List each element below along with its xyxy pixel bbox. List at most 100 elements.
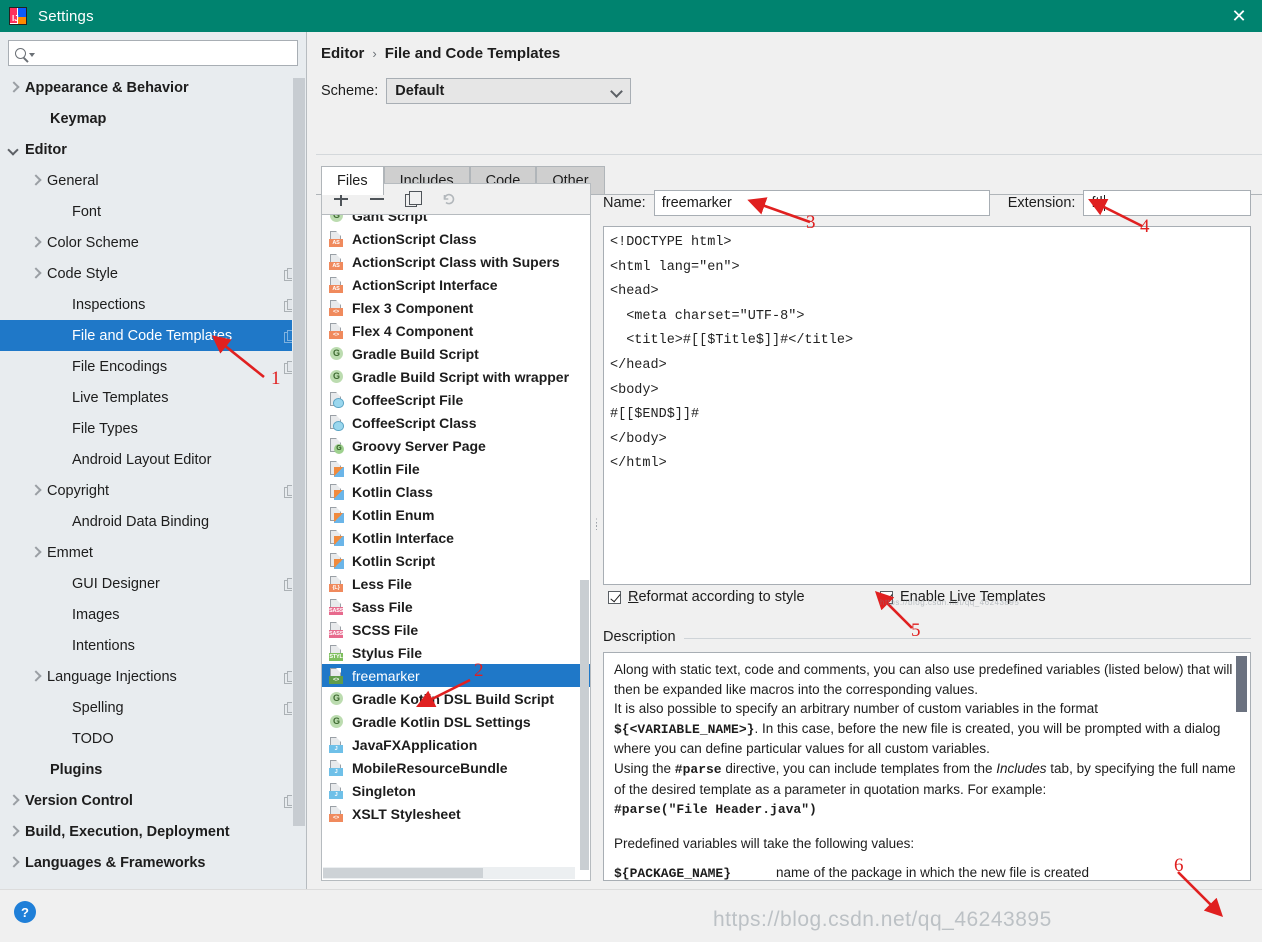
sidebar-item-plugins[interactable]: Plugins (0, 754, 306, 785)
checkbox-icon[interactable] (608, 590, 621, 604)
template-list-item[interactable]: <> Flex 3 Component (322, 296, 590, 319)
splitter-handle[interactable]: ⋮⋮⋮⋮⋮⋮ (592, 518, 617, 546)
sidebar-item-general[interactable]: General (0, 165, 306, 196)
sidebar-item-copyright[interactable]: Copyright (0, 475, 306, 506)
template-list-item-label: Singleton (352, 782, 416, 799)
template-list-item[interactable]: G Gradle Build Script (322, 342, 590, 365)
sidebar-item-label: Color Scheme (47, 234, 139, 251)
chevron-right-icon[interactable] (30, 547, 41, 558)
sidebar-item-spelling[interactable]: Spelling (0, 692, 306, 723)
chevron-right-icon[interactable] (8, 795, 19, 806)
sidebar-item-font[interactable]: Font (0, 196, 306, 227)
template-list-item[interactable]: AS ActionScript Class with Supers (322, 250, 590, 273)
template-list-item[interactable]: AS ActionScript Interface (322, 273, 590, 296)
template-list-item[interactable]: G Gradle Kotlin DSL Build Script (322, 687, 590, 710)
sidebar-item-file-types[interactable]: File Types (0, 413, 306, 444)
template-list-item[interactable]: <> Flex 4 Component (322, 319, 590, 342)
sidebar-item-inspections[interactable]: Inspections (0, 289, 306, 320)
sidebar-scrollbar-thumb[interactable] (293, 78, 305, 826)
template-list-item[interactable]: Kotlin Interface (322, 526, 590, 549)
chevron-down-icon[interactable] (29, 53, 35, 57)
sidebar-item-android-layout-editor[interactable]: Android Layout Editor (0, 444, 306, 475)
template-list-item[interactable]: Kotlin File (322, 457, 590, 480)
sidebar-item-language-injections[interactable]: Language Injections (0, 661, 306, 692)
template-list-item[interactable]: Kotlin Enum (322, 503, 590, 526)
sidebar-item-emmet[interactable]: Emmet (0, 537, 306, 568)
sidebar-item-build-execution-deployment[interactable]: Build, Execution, Deployment (0, 816, 306, 847)
extension-input[interactable]: ftl (1083, 190, 1251, 216)
sidebar-item-editor[interactable]: Editor (0, 134, 306, 165)
sidebar-item-appearance-behavior[interactable]: Appearance & Behavior (0, 72, 306, 103)
annotation-number-1: 1 (271, 368, 281, 389)
template-list-item[interactable]: CoffeeScript Class (322, 411, 590, 434)
chevron-right-icon[interactable] (30, 268, 41, 279)
tab-files[interactable]: Files (321, 166, 384, 195)
template-list-item[interactable]: Kotlin Script (322, 549, 590, 572)
template-list-item[interactable]: AS ActionScript Class (322, 227, 590, 250)
template-list-hscrollbar-thumb[interactable] (323, 868, 483, 878)
sidebar-item-file-and-code-templates[interactable]: File and Code Templates (0, 320, 306, 351)
template-list-item[interactable]: G Gradle Kotlin DSL Settings (322, 710, 590, 733)
template-list-item-label: Sass File (352, 598, 413, 615)
template-list-item[interactable]: <> XSLT Stylesheet (322, 802, 590, 825)
gradle-file-icon: G (328, 690, 345, 707)
sidebar-item-code-style[interactable]: Code Style (0, 258, 306, 289)
search-input[interactable] (40, 45, 291, 61)
template-list[interactable]: G Gant Script AS ActionScript Class AS Action… (321, 214, 591, 881)
spacer-icon (55, 640, 66, 651)
template-list-item[interactable]: G Gant Script (322, 215, 590, 227)
template-list-item[interactable]: <> freemarker (322, 664, 590, 687)
description-scrollbar-thumb[interactable] (1236, 656, 1247, 712)
sidebar-item-gui-designer[interactable]: GUI Designer (0, 568, 306, 599)
template-list-item[interactable]: STYL Stylus File (322, 641, 590, 664)
chevron-right-icon[interactable] (30, 237, 41, 248)
name-input[interactable]: freemarker (653, 190, 990, 216)
reset-icon[interactable] (441, 191, 457, 207)
template-list-item[interactable]: J JavaFXApplication (322, 733, 590, 756)
sidebar-item-file-encodings[interactable]: File Encodings (0, 351, 306, 382)
template-list-item[interactable]: Kotlin Class (322, 480, 590, 503)
sidebar-item-version-control[interactable]: Version Control (0, 785, 306, 816)
template-list-item[interactable]: SASS Sass File (322, 595, 590, 618)
description-divider (678, 638, 1251, 639)
header-divider (316, 154, 1262, 155)
template-list-item[interactable]: {L} Less File (322, 572, 590, 595)
sidebar-item-languages-frameworks[interactable]: Languages & Frameworks (0, 847, 306, 878)
copy-icon[interactable] (405, 191, 422, 207)
settings-tree: Appearance & Behavior Keymap Editor General… (0, 72, 306, 889)
template-list-item[interactable]: SASS SCSS File (322, 618, 590, 641)
sidebar-item-images[interactable]: Images (0, 599, 306, 630)
template-list-scrollbar-thumb[interactable] (580, 580, 589, 870)
chevron-right-icon[interactable] (8, 826, 19, 837)
template-list-item[interactable]: J MobileResourceBundle (322, 756, 590, 779)
sidebar-item-label: GUI Designer (72, 575, 160, 592)
description-scrollbar[interactable] (1236, 654, 1249, 879)
template-list-item[interactable]: CoffeeScript File (322, 388, 590, 411)
reformat-checkbox[interactable]: Reformat according to style (608, 589, 805, 605)
breadcrumb-parent[interactable]: Editor (321, 45, 364, 62)
search-box[interactable] (8, 40, 298, 66)
chevron-right-icon[interactable] (8, 857, 19, 868)
sidebar-item-android-data-binding[interactable]: Android Data Binding (0, 506, 306, 537)
scheme-dropdown[interactable]: Default (386, 78, 632, 104)
chevron-down-icon[interactable] (8, 144, 19, 155)
chevron-right-icon[interactable] (30, 671, 41, 682)
sidebar-item-intentions[interactable]: Intentions (0, 630, 306, 661)
template-code-editor[interactable]: <!DOCTYPE html> <html lang="en"> <head> … (603, 226, 1251, 585)
close-icon[interactable]: ✕ (1216, 0, 1262, 32)
template-list-item[interactable]: G Groovy Server Page (322, 434, 590, 457)
chevron-right-icon[interactable] (30, 485, 41, 496)
sidebar-scrollbar[interactable] (292, 78, 306, 889)
help-icon[interactable]: ? (14, 901, 36, 923)
sidebar-item-live-templates[interactable]: Live Templates (0, 382, 306, 413)
template-list-item[interactable]: J Singleton (322, 779, 590, 802)
chevron-right-icon[interactable] (30, 175, 41, 186)
template-list-item-label: Groovy Server Page (352, 437, 486, 454)
sidebar-item-color-scheme[interactable]: Color Scheme (0, 227, 306, 258)
template-list-item[interactable]: G Gradle Build Script with wrapper (322, 365, 590, 388)
breadcrumb: Editor › File and Code Templates (321, 45, 560, 62)
sidebar-item-todo[interactable]: TODO (0, 723, 306, 754)
chevron-right-icon[interactable] (8, 82, 19, 93)
sidebar-item-keymap[interactable]: Keymap (0, 103, 306, 134)
template-list-hscrollbar[interactable] (323, 867, 575, 879)
